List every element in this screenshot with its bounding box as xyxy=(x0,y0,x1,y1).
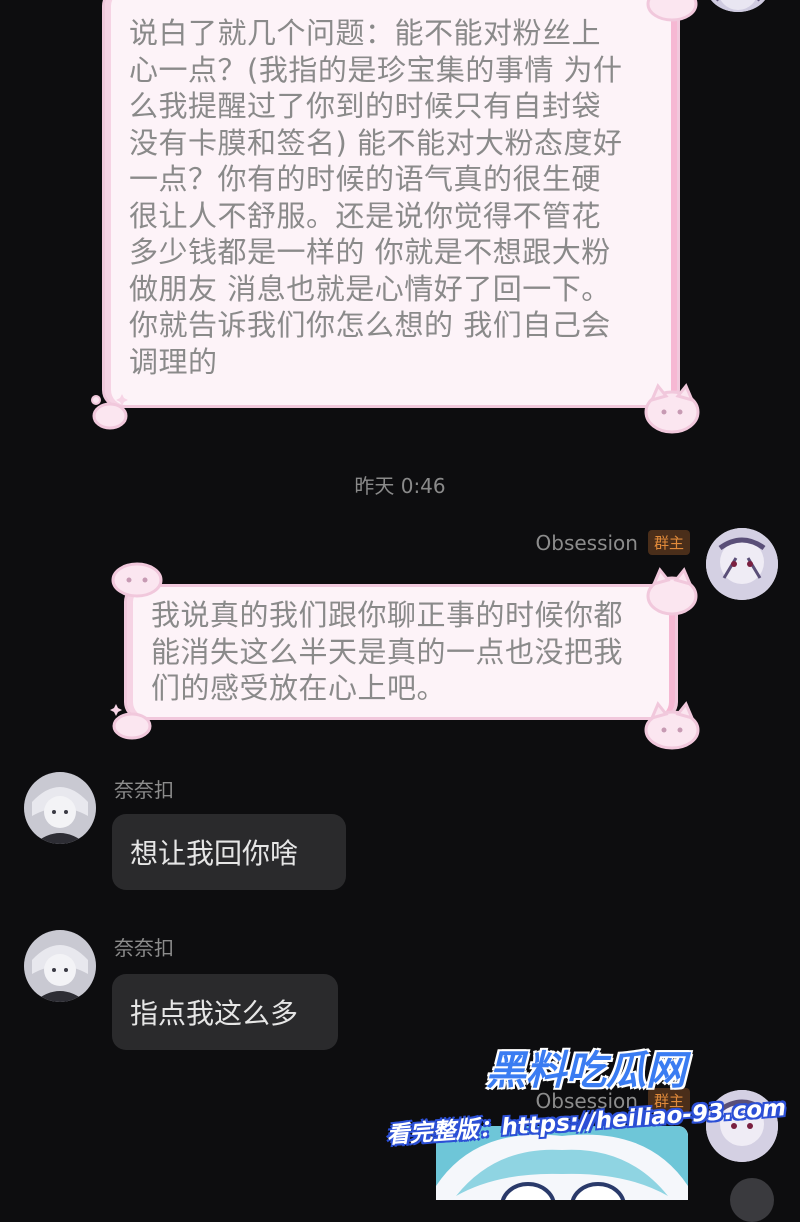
avatar-naikou[interactable] xyxy=(24,930,96,1002)
paw-ornament-icon xyxy=(91,394,128,430)
cat-ornament-icon xyxy=(644,701,700,750)
message-bubble-obsession[interactable]: 我说真的我们跟你聊正事的时候你都 能消失这么半天是真的一点也没把我 们的感受放在… xyxy=(124,584,678,720)
message-text: 我说真的我们跟你聊正事的时候你都 能消失这么半天是真的一点也没把我 们的感受放在… xyxy=(151,598,624,705)
avatar-image xyxy=(706,528,778,600)
watermark-title: 黑料吃瓜网 xyxy=(486,1048,686,1094)
cat-ornament-icon xyxy=(644,383,700,434)
timestamp: 昨天 0:46 xyxy=(354,474,446,498)
message-bubble-naikou[interactable]: 指点我这么多 xyxy=(112,974,338,1050)
avatar-image xyxy=(706,0,770,12)
scroll-to-bottom-button[interactable] xyxy=(730,1178,774,1222)
role-badge: 群主 xyxy=(647,530,690,555)
avatar-image xyxy=(24,772,96,844)
cat-ornament-icon xyxy=(111,562,163,598)
avatar-obsession[interactable] xyxy=(706,528,778,600)
cat-ornament-icon xyxy=(646,567,698,616)
sender-name: 奈奈扣 xyxy=(114,778,174,802)
sender-name: Obsession xyxy=(535,530,638,555)
avatar-naikou[interactable] xyxy=(24,772,96,844)
avatar-image xyxy=(24,930,96,1002)
message-text: 想让我回你啥 xyxy=(130,837,299,870)
sender-name: 奈奈扣 xyxy=(114,936,174,960)
avatar-obsession-top[interactable] xyxy=(706,0,770,12)
sender-header: Obsession 群主 xyxy=(535,530,690,555)
paw-ornament-icon xyxy=(110,704,152,740)
message-bubble-naikou[interactable]: 想让我回你啥 xyxy=(112,814,346,890)
cat-ornament-icon xyxy=(646,0,698,22)
message-text: 指点我这么多 xyxy=(130,997,299,1030)
message-text: 说白了就几个问题：能不能对粉丝上 心一点？(我指的是珍宝集的事情 为什 么我提醒… xyxy=(129,16,623,379)
message-bubble-long[interactable]: 说白了就几个问题：能不能对粉丝上 心一点？(我指的是珍宝集的事情 为什 么我提醒… xyxy=(102,0,680,408)
